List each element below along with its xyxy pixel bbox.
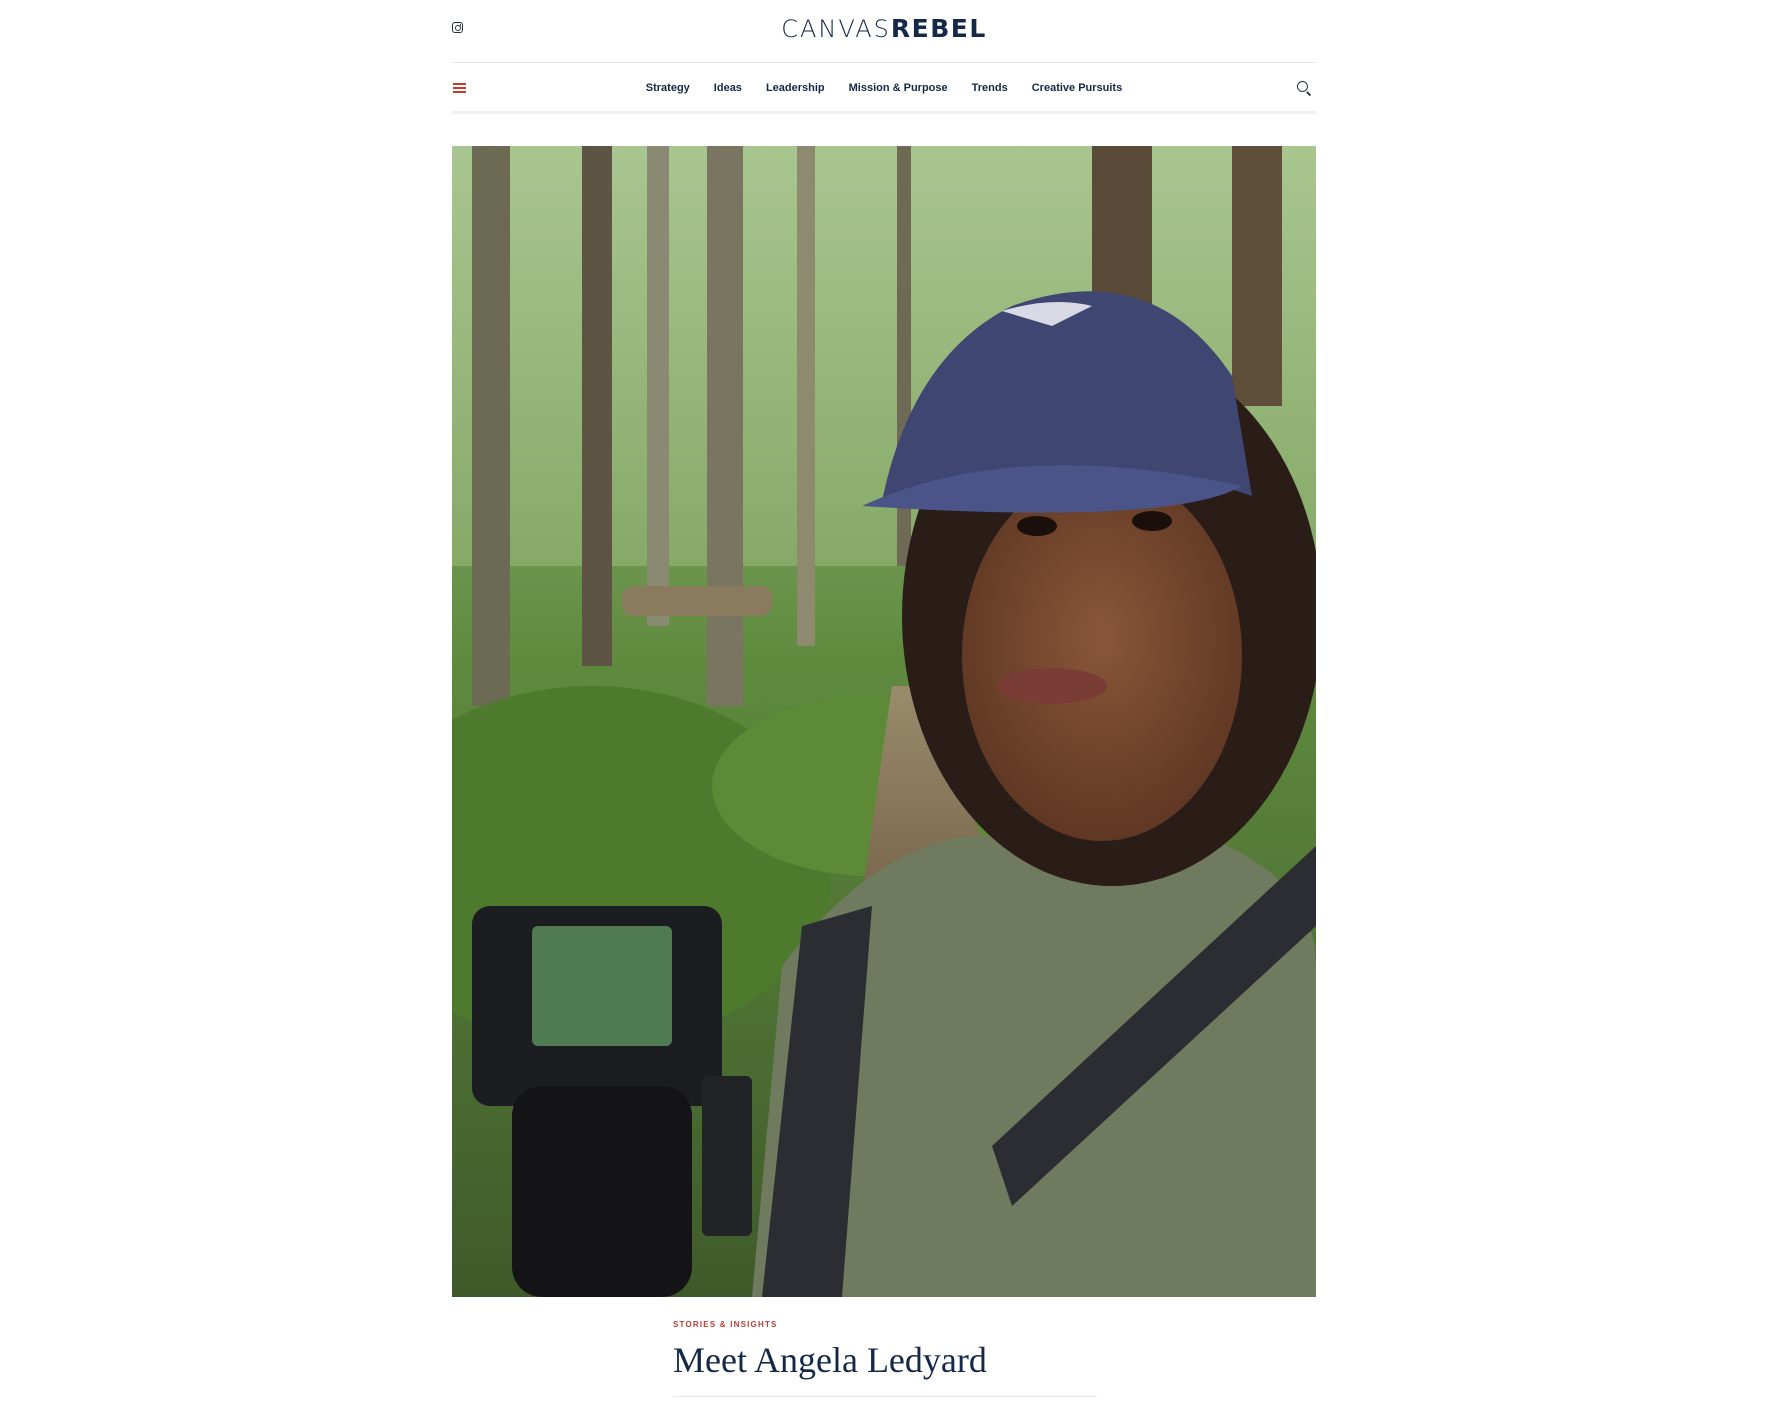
- article-header: STORIES & INSIGHTS Meet Angela Ledyard: [673, 1320, 1097, 1397]
- hero-image: [452, 146, 1316, 1297]
- main-nav: Strategy Ideas Leadership Mission & Purp…: [452, 82, 1316, 94]
- nav-item-strategy[interactable]: Strategy: [634, 82, 702, 94]
- article-category[interactable]: STORIES & INSIGHTS: [673, 1320, 1097, 1329]
- nav-bar: Strategy Ideas Leadership Mission & Purp…: [452, 63, 1316, 114]
- nav-item-ideas[interactable]: Ideas: [702, 82, 754, 94]
- top-bar: CANVASREBEL: [452, 0, 1316, 63]
- nav-item-mission-purpose[interactable]: Mission & Purpose: [837, 82, 960, 94]
- title-divider: [673, 1395, 1097, 1397]
- nav-item-leadership[interactable]: Leadership: [754, 82, 837, 94]
- nav-item-trends[interactable]: Trends: [960, 82, 1020, 94]
- logo-light-text: CANVAS: [781, 15, 891, 43]
- nav-item-creative-pursuits[interactable]: Creative Pursuits: [1020, 82, 1134, 94]
- logo-bold-text: REBEL: [890, 14, 987, 43]
- site-logo[interactable]: CANVASREBEL: [452, 14, 1316, 44]
- hero-photo-illustration: [452, 146, 1316, 1297]
- article-title: Meet Angela Ledyard: [673, 1340, 987, 1380]
- search-icon[interactable]: [1297, 81, 1312, 96]
